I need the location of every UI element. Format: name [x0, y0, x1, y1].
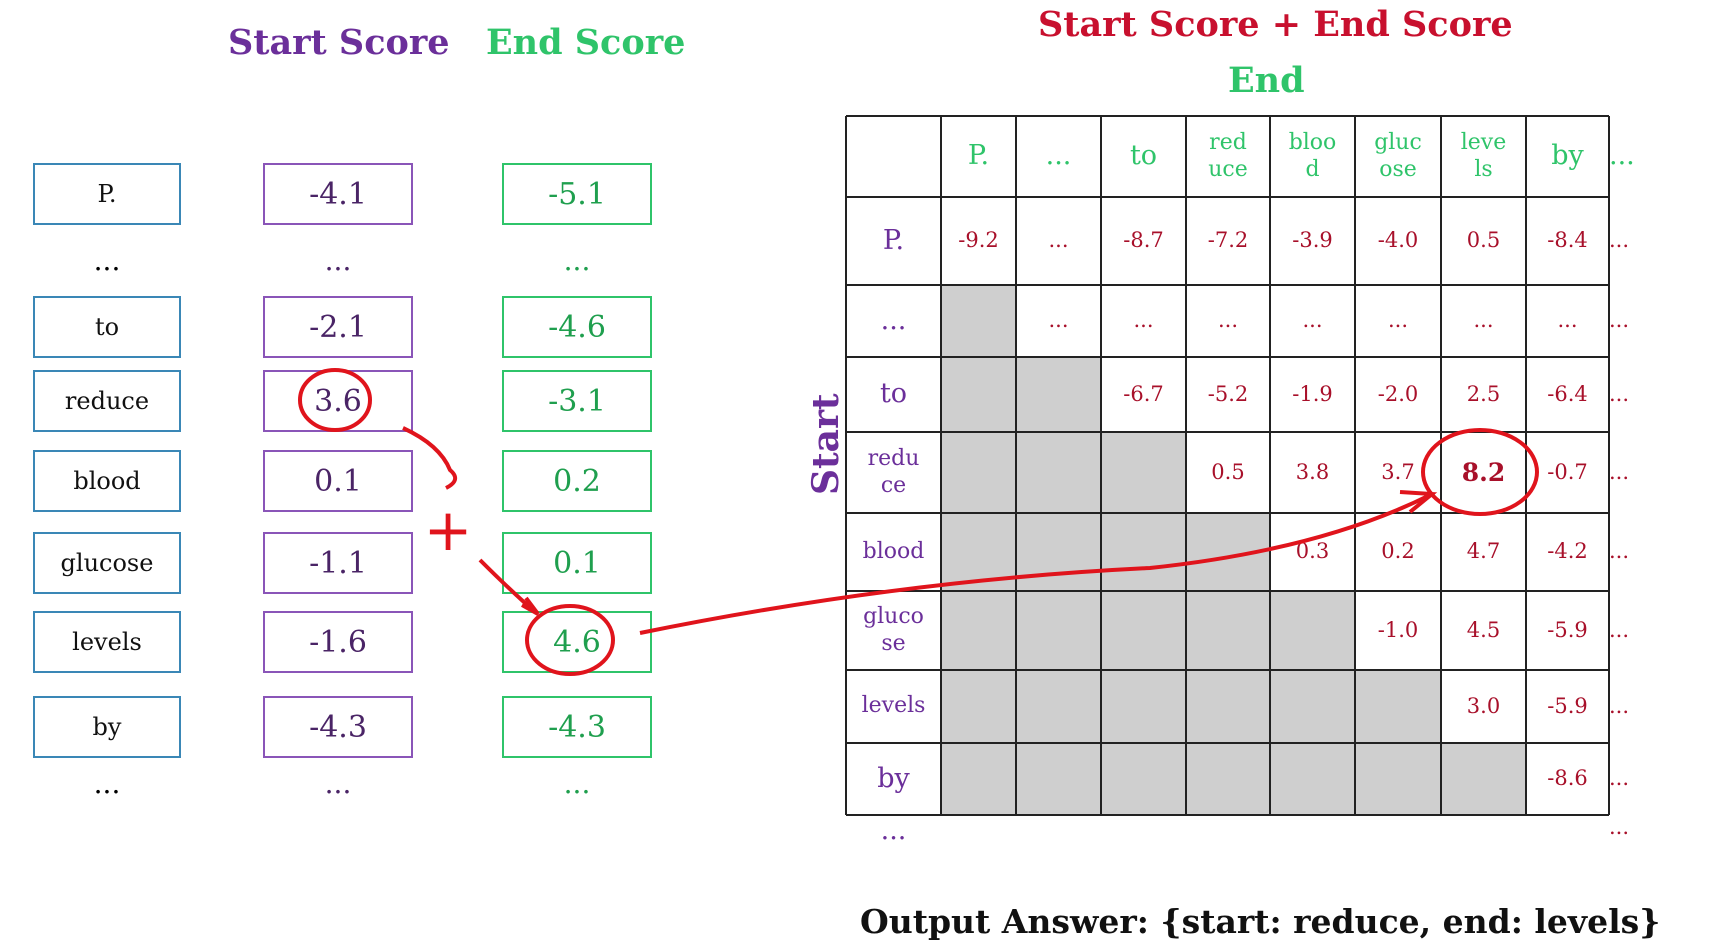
matrix-grid — [845, 115, 1610, 816]
output-answer: Output Answer: {start: reduce, end: leve… — [860, 902, 1661, 941]
